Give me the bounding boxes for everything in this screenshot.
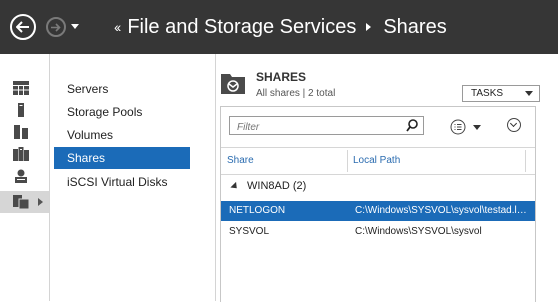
title-bar: ‹‹ File and Storage Services Shares: [0, 0, 558, 54]
breadcrumb: ‹‹ File and Storage Services Shares: [114, 15, 447, 39]
group-collapse-icon[interactable]: [230, 181, 240, 191]
column-header-share[interactable]: Share: [227, 155, 254, 166]
chevron-right-icon: [366, 23, 372, 31]
share-name: NETLOGON: [229, 205, 286, 216]
nav-item-shares[interactable]: Shares: [54, 147, 190, 169]
nav-item-storage-pools[interactable]: Storage Pools: [54, 101, 190, 123]
expand-arrow-icon: [38, 198, 43, 206]
double-chevron-icon[interactable]: ‹‹: [114, 15, 121, 39]
share-name: SYSVOL: [229, 226, 270, 237]
back-button[interactable]: [10, 14, 36, 40]
group-label: WIN8AD (2): [247, 180, 307, 192]
table-header: Share Local Path: [221, 147, 535, 175]
filter-box: [229, 116, 424, 136]
column-divider[interactable]: [525, 150, 526, 172]
breadcrumb-parent[interactable]: File and Storage Services: [127, 15, 356, 39]
table-row[interactable]: NETLOGON C:\Windows\SYSVOL\sysvol\testad…: [221, 201, 535, 221]
nav-panel: Servers Storage Pools Volumes Shares iSC…: [50, 54, 216, 301]
rail-item-ad-ds[interactable]: [0, 165, 49, 187]
local-path: C:\Windows\SYSVOL\sysvol: [355, 226, 482, 237]
tile-subtitle: All shares | 2 total: [256, 88, 336, 99]
nav-item-servers[interactable]: Servers: [54, 78, 190, 100]
tasks-label: TASKS: [471, 88, 504, 99]
nav-item-volumes[interactable]: Volumes: [54, 124, 190, 146]
chevron-down-icon: [525, 91, 533, 96]
rail-item-dashboard[interactable]: [0, 77, 49, 99]
shares-folder-icon: [221, 74, 245, 94]
column-divider[interactable]: [347, 150, 348, 172]
arrow-left-icon: [16, 21, 29, 33]
file-storage-icon: [13, 195, 29, 209]
tasks-dropdown[interactable]: TASKS: [462, 85, 540, 102]
arrow-right-icon: [51, 22, 61, 32]
history-dropdown-icon[interactable]: [71, 24, 79, 29]
local-path: C:\Windows\SYSVOL\sysvol\testad.local\SC…: [355, 205, 530, 216]
list-options-icon[interactable]: [450, 119, 466, 135]
shares-list-panel: Share Local Path WIN8AD (2) NETLOGON C:\…: [220, 106, 536, 302]
table-row[interactable]: SYSVOL C:\Windows\SYSVOL\sysvol: [221, 222, 535, 242]
column-header-local-path[interactable]: Local Path: [353, 155, 400, 166]
dashboard-icon: [13, 81, 29, 95]
rail-item-all-servers[interactable]: [0, 121, 49, 143]
search-icon[interactable]: [406, 119, 418, 132]
ad-ds-icon: [15, 169, 27, 183]
forward-button[interactable]: [46, 17, 66, 37]
collapse-icon[interactable]: [507, 118, 521, 132]
rail-item-local-server[interactable]: [0, 99, 49, 121]
list-options-caret-icon[interactable]: [473, 125, 481, 130]
tile-title: SHARES: [256, 70, 307, 84]
rail-item-file-storage[interactable]: [0, 191, 49, 213]
all-servers-icon: [14, 125, 28, 139]
server-group-icon: [13, 147, 29, 161]
rail-item-server-group[interactable]: [0, 143, 49, 165]
icon-rail: [0, 54, 50, 301]
filter-input[interactable]: [235, 119, 409, 136]
breadcrumb-current: Shares: [383, 16, 447, 38]
group-header[interactable]: WIN8AD (2): [230, 180, 307, 192]
nav-item-iscsi-virtual-disks[interactable]: iSCSI Virtual Disks: [54, 171, 190, 193]
shares-tile: SHARES All shares | 2 total TASKS Share …: [216, 54, 558, 302]
local-server-icon: [18, 103, 24, 117]
